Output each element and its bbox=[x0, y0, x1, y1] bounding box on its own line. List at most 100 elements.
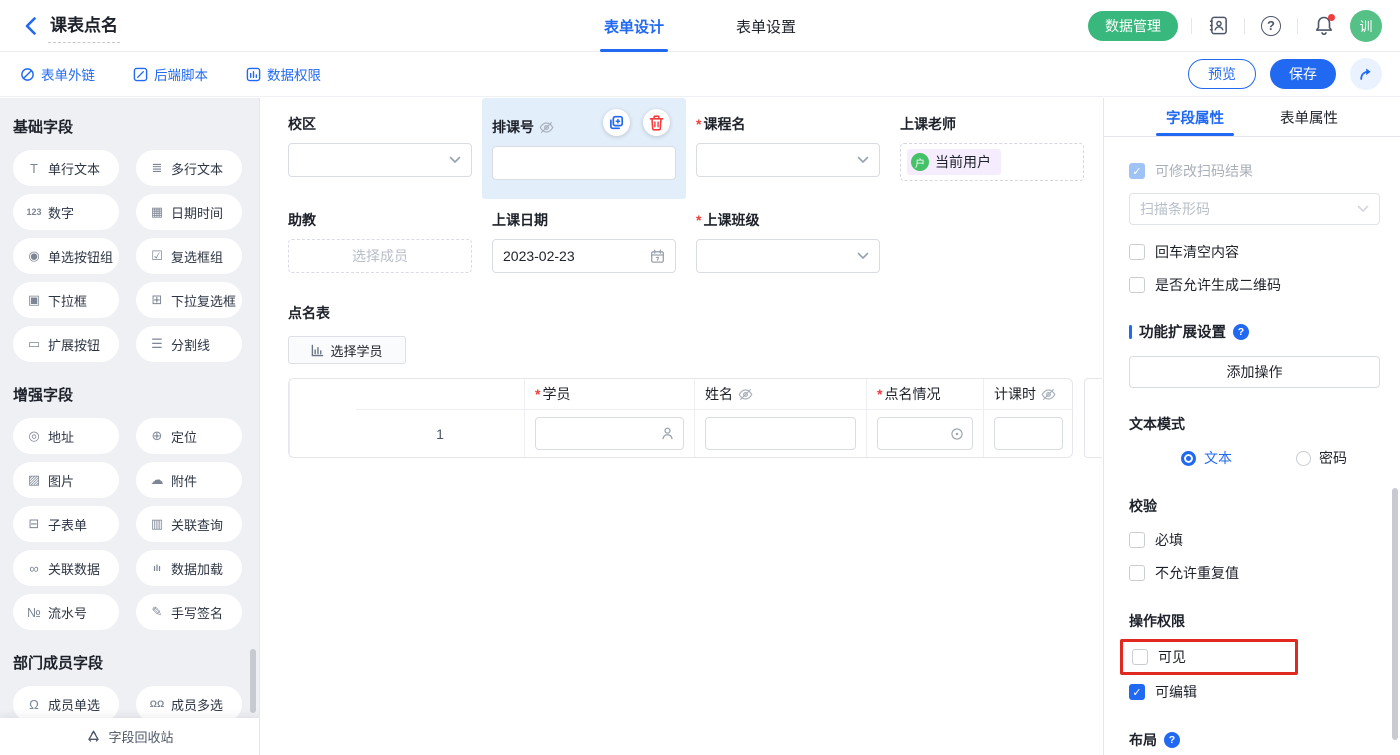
field-pill-serial-number[interactable]: №流水号 bbox=[13, 594, 119, 630]
field-recycle-bin[interactable]: 字段回收站 bbox=[0, 718, 260, 755]
subform-cell-input[interactable] bbox=[877, 417, 973, 450]
checkbox-enter-clear[interactable]: 回车清空内容 bbox=[1129, 242, 1380, 262]
subform-column-header[interactable]: *点名情况 bbox=[866, 379, 983, 410]
schedule-no-input[interactable] bbox=[492, 146, 676, 180]
subform-empty-column bbox=[289, 379, 356, 457]
field-pill-extend-button[interactable]: ▭扩展按钮 bbox=[13, 326, 119, 362]
radio-text[interactable]: 文本 bbox=[1181, 448, 1232, 468]
delete-field-button[interactable] bbox=[643, 109, 670, 136]
field-course-name[interactable]: *课程名 bbox=[686, 98, 890, 199]
validation-label: 校验 bbox=[1129, 496, 1380, 516]
checkbox-group-icon: ☑ bbox=[148, 248, 166, 264]
subform-column-header[interactable]: *学员 bbox=[524, 379, 694, 410]
copy-field-button[interactable] bbox=[603, 109, 630, 136]
field-pill-subform[interactable]: ⊟子表单 bbox=[13, 506, 119, 542]
data-load-icon: ılı bbox=[148, 563, 166, 573]
field-pill-label: 下拉复选框 bbox=[171, 291, 236, 310]
data-manage-button[interactable]: 数据管理 bbox=[1088, 11, 1178, 41]
page-title[interactable]: 课表点名 bbox=[48, 9, 120, 43]
image-icon: ▨ bbox=[25, 472, 43, 488]
field-teacher[interactable]: 上课老师 户 当前用户 bbox=[890, 98, 1094, 199]
user-avatar[interactable]: 训 bbox=[1350, 10, 1382, 42]
field-pill-data-load[interactable]: ılı数据加载 bbox=[136, 550, 242, 586]
class-select[interactable] bbox=[696, 239, 880, 273]
select-icon: ▣ bbox=[25, 292, 43, 308]
tab-field-properties[interactable]: 字段属性 bbox=[1164, 98, 1226, 136]
address-icon: ◎ bbox=[25, 428, 43, 444]
serial-number-icon: № bbox=[25, 605, 43, 620]
field-pill-number[interactable]: 123数字 bbox=[13, 194, 119, 230]
save-button[interactable]: 保存 bbox=[1270, 59, 1336, 89]
field-class[interactable]: *上课班级 bbox=[686, 199, 890, 273]
field-pill-multi-line-text[interactable]: ≣多行文本 bbox=[136, 150, 242, 186]
field-schedule-no-selected[interactable]: 排课号 bbox=[482, 98, 686, 199]
tab-form-design[interactable]: 表单设计 bbox=[604, 0, 664, 52]
campus-select[interactable] bbox=[288, 143, 472, 177]
field-pill-image[interactable]: ▨图片 bbox=[13, 462, 119, 498]
divider bbox=[1244, 18, 1245, 34]
checkbox-no-duplicates[interactable]: 不允许重复值 bbox=[1129, 563, 1380, 583]
scan-mode-select[interactable]: 扫描条形码 bbox=[1129, 193, 1380, 225]
field-class-date[interactable]: 上课日期 2023-02-23 bbox=[482, 199, 686, 273]
radio-password[interactable]: 密码 bbox=[1296, 448, 1347, 468]
data-permission-link[interactable]: 数据权限 bbox=[246, 64, 321, 84]
user-tag-avatar: 户 bbox=[911, 153, 929, 171]
preview-button[interactable]: 预览 bbox=[1188, 59, 1256, 89]
checkbox-required[interactable]: 必填 bbox=[1129, 530, 1380, 550]
radio-selected bbox=[1181, 451, 1196, 466]
field-pill-linked-query[interactable]: ▥关联查询 bbox=[136, 506, 242, 542]
contacts-book-icon[interactable] bbox=[1205, 13, 1231, 39]
field-campus[interactable]: 校区 bbox=[278, 98, 482, 199]
form-external-link[interactable]: 表单外链 bbox=[20, 64, 95, 84]
tab-form-properties[interactable]: 表单属性 bbox=[1278, 98, 1340, 136]
assistant-member-picker[interactable]: 选择成员 bbox=[288, 239, 472, 273]
current-user-tag[interactable]: 户 当前用户 bbox=[907, 149, 1001, 175]
add-action-button[interactable]: 添加操作 bbox=[1129, 356, 1380, 388]
help-icon[interactable]: ? bbox=[1258, 13, 1284, 39]
field-pill-location[interactable]: ⊕定位 bbox=[136, 418, 242, 454]
field-pill-radio-group[interactable]: ◉单选按钮组 bbox=[13, 238, 119, 274]
subform-cell-input[interactable] bbox=[705, 417, 856, 450]
field-pill-attachment[interactable]: ☁附件 bbox=[136, 462, 242, 498]
field-assistant[interactable]: 助教 选择成员 bbox=[278, 199, 482, 273]
subform-column-header[interactable]: 计课时 bbox=[983, 379, 1073, 410]
help-badge-icon[interactable]: ? bbox=[1233, 324, 1249, 340]
teacher-member-box[interactable]: 户 当前用户 bbox=[900, 143, 1084, 181]
field-pill-checkbox-group[interactable]: ☑复选框组 bbox=[136, 238, 242, 274]
field-pill-multi-select[interactable]: ⊞下拉复选框 bbox=[136, 282, 242, 318]
back-button[interactable] bbox=[20, 16, 40, 36]
checkbox-checked-disabled: ✓ bbox=[1129, 163, 1145, 179]
checkbox-visible[interactable]: 可见 bbox=[1132, 647, 1286, 667]
field-pill-member-single[interactable]: Ω成员单选 bbox=[13, 686, 119, 722]
checkbox-allow-qrcode[interactable]: 是否允许生成二维码 bbox=[1129, 275, 1380, 295]
help-badge-icon[interactable]: ? bbox=[1164, 732, 1180, 748]
field-pill-linked-data[interactable]: ∞关联数据 bbox=[13, 550, 119, 586]
field-pill-label: 关联数据 bbox=[48, 559, 100, 578]
column-header-label: 姓名 bbox=[705, 384, 733, 404]
properties-scrollbar[interactable] bbox=[1392, 488, 1398, 740]
field-pill-member-multi[interactable]: ΩΩ成员多选 bbox=[136, 686, 242, 722]
checkbox-modifiable-scan-result[interactable]: ✓ 可修改扫码结果 bbox=[1129, 161, 1380, 181]
sidebar-group-title: 增强字段 bbox=[13, 384, 259, 405]
tab-form-settings[interactable]: 表单设置 bbox=[736, 0, 796, 52]
checkbox-editable[interactable]: ✓ 可编辑 bbox=[1129, 682, 1380, 702]
subform-roll-call[interactable]: 点名表 选择学员 *学员姓名*点名情况计课时1 bbox=[288, 303, 1103, 458]
field-pill-signature[interactable]: ✎手写签名 bbox=[136, 594, 242, 630]
field-pill-divider[interactable]: ☰分割线 bbox=[136, 326, 242, 362]
select-students-button[interactable]: 选择学员 bbox=[288, 336, 406, 364]
subform-cell-input[interactable] bbox=[994, 417, 1063, 450]
field-pill-select[interactable]: ▣下拉框 bbox=[13, 282, 119, 318]
field-pill-datetime[interactable]: ▦日期时间 bbox=[136, 194, 242, 230]
top-bar: 课表点名 表单设计 表单设置 数据管理 ? 训 bbox=[0, 0, 1400, 52]
subform-column-header[interactable]: 姓名 bbox=[694, 379, 866, 410]
field-pill-label: 子表单 bbox=[48, 515, 87, 534]
field-pill-address[interactable]: ◎地址 bbox=[13, 418, 119, 454]
share-button[interactable] bbox=[1350, 58, 1382, 90]
backend-script-link[interactable]: 后端脚本 bbox=[133, 64, 208, 84]
subform-cell-input[interactable] bbox=[535, 417, 684, 450]
course-name-select[interactable] bbox=[696, 143, 880, 177]
field-pill-single-line-text[interactable]: T单行文本 bbox=[13, 150, 119, 186]
sidebar-scrollbar[interactable] bbox=[250, 649, 256, 713]
class-date-input[interactable]: 2023-02-23 bbox=[492, 239, 676, 273]
notification-bell-icon[interactable] bbox=[1311, 13, 1337, 39]
